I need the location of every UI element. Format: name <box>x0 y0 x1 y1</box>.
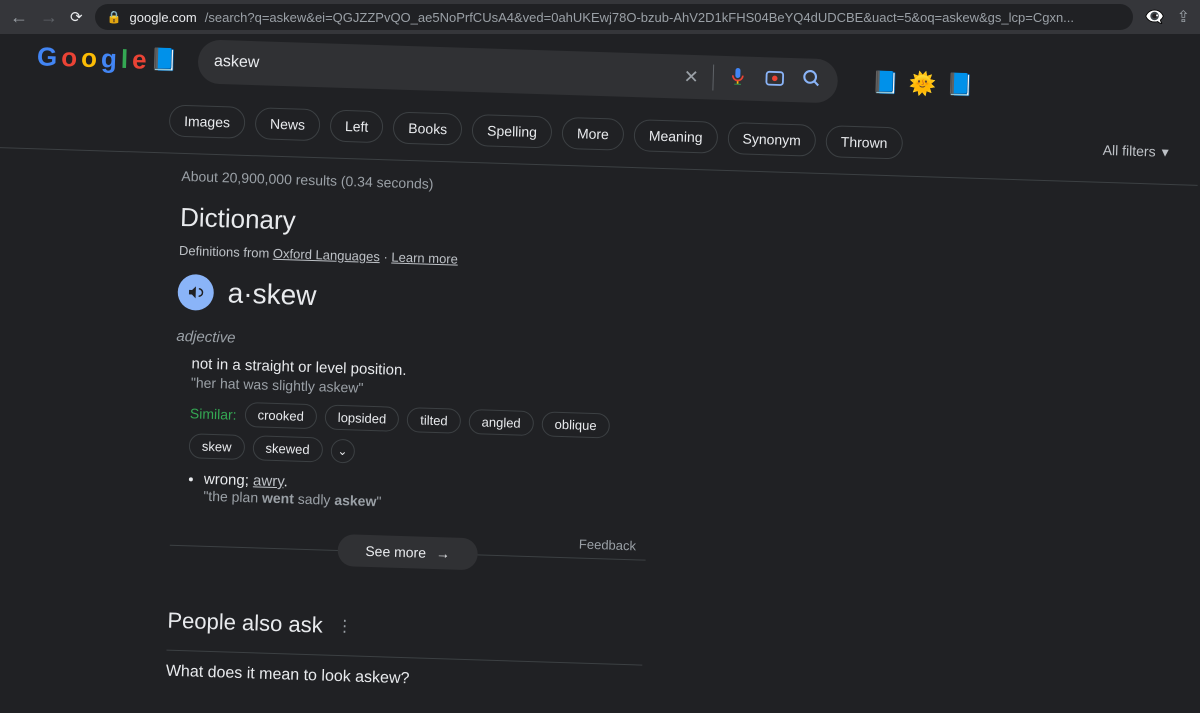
chip-news[interactable]: News <box>255 107 321 141</box>
chip-synonym[interactable]: Synonym <box>727 122 816 157</box>
word-row: a·skew <box>177 274 654 325</box>
definition-source: Definitions from Oxford Languages · Lear… <box>179 243 655 273</box>
url-path: /search?q=askew&ei=QGJZZPvQO_ae5NoPrfCUs… <box>205 10 1074 25</box>
chip-images[interactable]: Images <box>169 104 246 138</box>
sense-2: wrong; awry. "the plan went sadly askew" <box>187 470 648 518</box>
chip-thrown[interactable]: Thrown <box>825 125 903 159</box>
dictionary-heading: Dictionary <box>180 202 657 248</box>
chip-books[interactable]: Books <box>393 112 463 146</box>
doodle-book-icon: 📘 <box>150 47 178 74</box>
doodle-book-icon: 📘 <box>871 70 899 97</box>
definition-block: not in a straight or level position. "he… <box>171 355 651 519</box>
learn-more-link[interactable]: Learn more <box>391 250 458 267</box>
all-filters-button[interactable]: All filters ▾ <box>1102 141 1168 160</box>
expand-synonyms-button[interactable]: ⌄ <box>330 438 355 463</box>
see-more-button[interactable]: See more → <box>337 534 479 570</box>
arrow-right-icon: → <box>436 545 450 561</box>
see-more-row: See more → <box>169 545 646 593</box>
chevron-down-icon: ▾ <box>1161 143 1169 160</box>
page-tilted-wrapper: Google 📘 ✕ 📘 🌞 📘 Images News Left <box>0 15 1200 712</box>
part-of-speech: adjective <box>176 328 652 360</box>
synonym-chip[interactable]: oblique <box>541 411 610 438</box>
headword: a·skew <box>227 277 317 312</box>
synonym-chip[interactable]: crooked <box>244 402 317 429</box>
share-icon[interactable]: ⇪ <box>1177 7 1190 27</box>
similar-row: Similar: crooked lopsided tilted angled … <box>189 400 651 472</box>
search-icon[interactable] <box>793 68 822 94</box>
synonym-chip[interactable]: skewed <box>252 435 323 462</box>
clear-icon[interactable]: ✕ <box>675 66 707 88</box>
eye-off-icon[interactable]: 👁‍🗨 <box>1145 7 1165 27</box>
synonym-chip[interactable]: tilted <box>407 407 461 434</box>
chip-left[interactable]: Left <box>329 110 383 144</box>
doodle-sun-icon: 🌞 <box>909 71 937 98</box>
results-column: About 20,900,000 results (0.34 seconds) … <box>0 148 658 695</box>
camera-icon[interactable] <box>755 65 794 93</box>
mic-icon[interactable] <box>719 65 756 91</box>
chip-meaning[interactable]: Meaning <box>633 119 718 154</box>
google-logo[interactable]: Google 📘 <box>37 41 179 76</box>
chip-spelling[interactable]: Spelling <box>472 114 553 148</box>
chip-more[interactable]: More <box>561 117 624 151</box>
similar-label: Similar: <box>190 405 237 422</box>
more-options-icon[interactable]: ⋮ <box>336 616 353 636</box>
divider <box>712 65 714 91</box>
paa-question[interactable]: What does it mean to look askew? <box>166 650 643 696</box>
oxford-link[interactable]: Oxford Languages <box>273 246 380 264</box>
result-stats: About 20,900,000 results (0.34 seconds) <box>181 168 657 199</box>
synonym-chip[interactable]: angled <box>468 409 534 436</box>
search-input[interactable] <box>214 53 676 85</box>
synonym-chip[interactable]: lopsided <box>324 405 399 432</box>
people-also-ask-heading: People also ask ⋮ <box>167 608 644 649</box>
pronounce-button[interactable] <box>177 274 214 311</box>
awry-link[interactable]: awry <box>253 472 284 490</box>
synonym-chip[interactable]: skew <box>189 433 245 460</box>
doodle-icons: 📘 🌞 📘 <box>871 70 974 99</box>
doodle-book2-icon: 📘 <box>946 72 974 99</box>
